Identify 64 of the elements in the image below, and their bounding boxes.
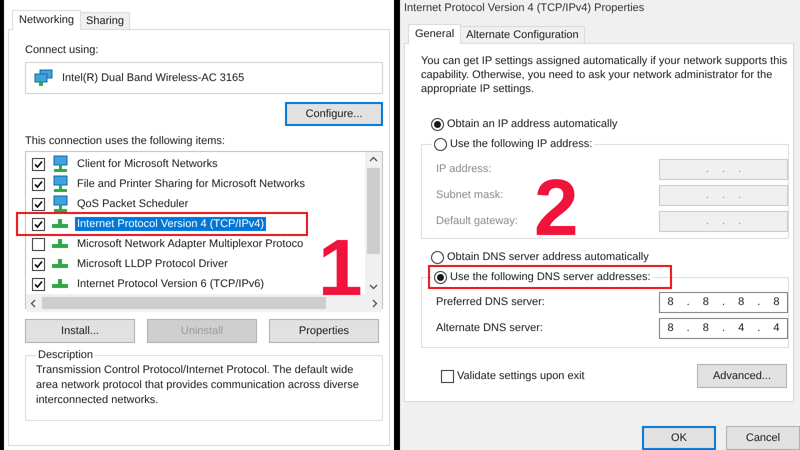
- field-label: IP address:: [436, 163, 492, 175]
- network-computer-icon: [51, 175, 69, 193]
- checkbox[interactable]: [32, 158, 45, 170]
- network-protocol-icon: [51, 219, 69, 229]
- radio-label: Obtain DNS server address automatically: [447, 251, 649, 263]
- network-adapter-icon: [34, 69, 54, 87]
- dialog-button[interactable]: Install...: [25, 319, 135, 343]
- checkbox[interactable]: [32, 278, 45, 290]
- vertical-scrollbar[interactable]: [365, 152, 382, 294]
- list-item[interactable]: Internet Protocol Version 4 (TCP/IPv4): [75, 217, 266, 231]
- radio-label: Obtain an IP address automatically: [447, 118, 618, 130]
- annotation-number: 1: [318, 236, 362, 300]
- scroll-left-icon[interactable]: [30, 298, 36, 308]
- horizontal-scrollbar[interactable]: [26, 294, 382, 312]
- ip-address-field[interactable]: 8 . 8 . 4 . 4: [659, 318, 788, 338]
- items-label: This connection uses the following items:: [25, 135, 226, 147]
- annotation-number: 2: [534, 176, 578, 240]
- configure-button[interactable]: Configure...: [285, 102, 383, 126]
- checkbox[interactable]: [32, 218, 45, 230]
- tab[interactable]: General: [408, 24, 462, 44]
- scroll-up-icon[interactable]: [369, 156, 378, 162]
- list-item[interactable]: Internet Protocol Version 6 (TCP/IPv6): [75, 277, 266, 291]
- dialog-button[interactable]: OK: [642, 426, 716, 450]
- checkbox[interactable]: [441, 370, 454, 382]
- dialog-button[interactable]: Cancel: [726, 426, 800, 450]
- checkbox[interactable]: [32, 258, 45, 270]
- list-item[interactable]: Microsoft LLDP Protocol Driver: [75, 257, 230, 271]
- list-item[interactable]: Client for Microsoft Networks: [75, 157, 220, 171]
- radio-button[interactable]: [431, 118, 444, 130]
- ip-address-field[interactable]: 8 . 8 . 8 . 8: [659, 292, 788, 312]
- window-title: Internet Protocol Version 4 (TCP/IPv4) Properties: [404, 1, 646, 16]
- radio-label: Use the following IP address:: [450, 138, 592, 150]
- list-item[interactable]: QoS Packet Scheduler: [75, 197, 190, 211]
- description-title: Description: [37, 349, 94, 361]
- scroll-down-icon[interactable]: [369, 284, 378, 290]
- scroll-right-icon[interactable]: [372, 298, 378, 308]
- radio-button[interactable]: [431, 250, 444, 264]
- checkbox[interactable]: [32, 238, 45, 250]
- network-protocol-icon: [51, 279, 69, 289]
- tab[interactable]: Alternate Configuration: [460, 26, 585, 44]
- field-label: Default gateway:: [436, 215, 518, 227]
- radio-button[interactable]: [434, 138, 447, 150]
- list-item[interactable]: Microsoft Network Adapter Multiplexor Protoco: [75, 237, 306, 251]
- radio-label: Use the following DNS server addresses:: [450, 271, 651, 283]
- intro-text: You can get IP settings assigned automatically if your network supports this capability. Otherwise, you need to ask your network administrator for the appropriate IP settings.: [421, 54, 788, 96]
- list-item[interactable]: File and Printer Sharing for Microsoft Networks: [75, 177, 308, 191]
- advanced-button[interactable]: Advanced...: [697, 364, 787, 388]
- connect-using-label: Connect using:: [25, 44, 100, 56]
- radio-button[interactable]: [434, 270, 447, 284]
- checkbox[interactable]: [32, 178, 45, 190]
- tab[interactable]: Networking: [12, 10, 82, 30]
- field-label: Subnet mask:: [436, 189, 504, 201]
- field-label: Alternate DNS server:: [436, 322, 543, 334]
- checkbox-label: Validate settings upon exit: [457, 370, 585, 382]
- checkbox[interactable]: [32, 198, 45, 210]
- field-label: Preferred DNS server:: [436, 296, 545, 308]
- network-computer-icon: [51, 195, 69, 213]
- network-protocol-icon: [51, 259, 69, 269]
- network-protocol-icon: [51, 239, 69, 249]
- dialog-button[interactable]: Properties: [269, 319, 379, 343]
- network-computer-icon: [51, 155, 69, 173]
- description-text: Transmission Control Protocol/Internet Protocol. The default wide area network protocol that provides communication across diverse interconnected networks.: [36, 363, 360, 408]
- tab[interactable]: Sharing: [80, 12, 130, 30]
- adapter-name: Intel(R) Dual Band Wireless-AC 3165: [62, 72, 244, 84]
